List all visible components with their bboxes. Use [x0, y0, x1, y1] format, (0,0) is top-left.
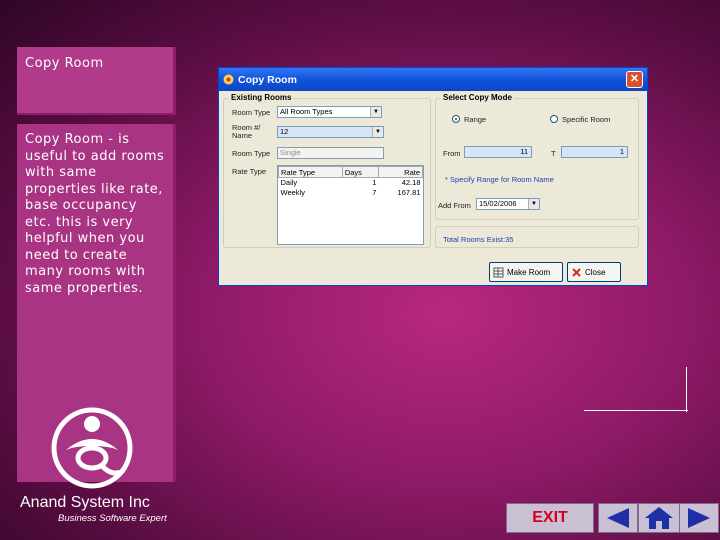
decorative-line-vertical — [686, 367, 687, 412]
chevron-down-icon[interactable]: ▼ — [372, 127, 383, 137]
copy-mode-label: Select Copy Mode — [441, 93, 514, 102]
rate-header[interactable]: Rate — [377, 166, 424, 178]
room-type-value: All Room Types — [280, 107, 333, 116]
table-row[interactable]: Daily 1 42.18 — [279, 178, 423, 188]
specific-room-label[interactable]: Specific Room — [562, 115, 610, 124]
room-type-label: Room Type — [232, 108, 271, 117]
app-icon — [223, 74, 234, 85]
from-label: From — [443, 149, 461, 158]
table-row[interactable]: Weekly 7 167.81 — [279, 188, 423, 198]
slide-title: Copy Room — [25, 56, 104, 71]
rate-type-header[interactable]: Rate Type — [278, 166, 343, 178]
close-window-icon[interactable]: ✕ — [626, 71, 643, 88]
room-name-select[interactable]: 12 ▼ — [277, 126, 384, 138]
add-from-value: 15/02/2006 — [479, 199, 517, 208]
to-value: 1 — [619, 147, 624, 156]
room-name-value: 12 — [280, 127, 289, 136]
decorative-line-horizontal — [584, 410, 688, 411]
home-button[interactable] — [638, 503, 680, 533]
window-titlebar: Copy Room — [219, 68, 647, 91]
specify-range-link[interactable]: * Specify Range for Room Name — [445, 175, 554, 184]
room-type2-field: Single — [277, 147, 384, 159]
from-value: 11 — [520, 147, 528, 156]
days-header[interactable]: Days — [341, 166, 379, 178]
chevron-down-icon[interactable]: ▼ — [370, 107, 381, 117]
company-tagline: Business Software Expert — [58, 513, 167, 524]
grid-icon — [493, 267, 504, 277]
specific-room-radio[interactable] — [550, 115, 558, 123]
add-from-date[interactable]: 15/02/2006 ▼ — [476, 198, 540, 210]
existing-rooms-label: Existing Rooms — [229, 93, 294, 102]
room-name-label-line2: Name — [232, 131, 253, 140]
chevron-down-icon[interactable]: ▼ — [528, 199, 539, 209]
next-button[interactable] — [679, 503, 719, 533]
make-room-label: Make Room — [507, 267, 551, 277]
days-cell: 7 — [372, 188, 377, 197]
copy-room-window: Copy Room ✕ Existing Rooms Room Type All… — [218, 67, 648, 286]
previous-button[interactable] — [598, 503, 638, 533]
range-radio[interactable] — [452, 115, 460, 123]
range-label[interactable]: Range — [464, 115, 486, 124]
home-icon — [645, 507, 673, 529]
window-title: Copy Room — [238, 73, 297, 86]
rate-cell: 42.18 — [401, 178, 421, 188]
add-from-label: Add From — [438, 201, 471, 210]
slide-title-box: Copy Room — [17, 47, 176, 115]
room-type-select[interactable]: All Room Types ▼ — [277, 106, 382, 118]
rate-type-cell: Weekly — [280, 188, 305, 197]
room-type2-value: Single — [280, 148, 301, 157]
from-input[interactable]: 11 — [464, 146, 532, 158]
close-icon — [572, 267, 581, 277]
description-text: Copy Room - is useful to add rooms with … — [25, 132, 165, 296]
triangle-left-icon — [607, 508, 629, 528]
to-label: T — [551, 149, 556, 158]
company-name: Anand System Inc — [20, 494, 150, 511]
room-type2-label: Room Type — [232, 149, 271, 158]
triangle-right-icon — [688, 508, 710, 528]
company-logo-icon — [51, 407, 133, 489]
close-button[interactable]: Close — [567, 262, 621, 282]
total-rooms-text: Total Rooms Exist:35 — [443, 235, 514, 244]
rate-type-label: Rate Type — [232, 167, 267, 176]
exit-button[interactable]: EXIT — [506, 503, 594, 533]
close-label: Close — [585, 267, 606, 277]
rate-type-cell: Daily — [280, 178, 298, 188]
rate-table[interactable]: Rate Type Days Rate Daily 1 42.18 Weekly… — [277, 165, 424, 245]
make-room-button[interactable]: Make Room — [489, 262, 563, 282]
days-cell: 1 — [372, 178, 377, 188]
rate-cell: 167.81 — [397, 188, 421, 197]
to-input[interactable]: 1 — [561, 146, 628, 158]
